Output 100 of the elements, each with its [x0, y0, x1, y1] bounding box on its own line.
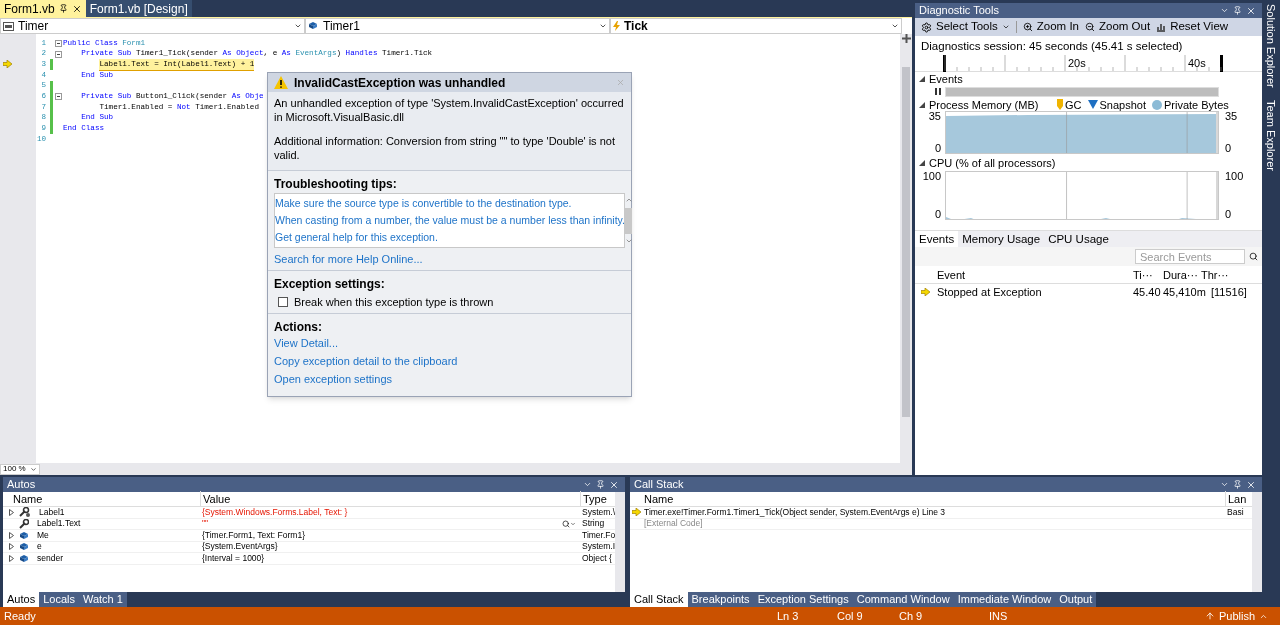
close-icon[interactable]: [71, 3, 82, 14]
publish-button[interactable]: Publish: [1204, 607, 1276, 625]
column-header[interactable]: Value: [200, 490, 580, 508]
pin-icon[interactable]: [1233, 6, 1242, 15]
variable-type: System.I: [581, 540, 616, 554]
panel-tab[interactable]: Call Stack: [630, 592, 688, 607]
variable-value: "": [202, 517, 210, 531]
axis-tick-label: 100: [922, 171, 941, 183]
dropdown-value: Timer: [18, 18, 50, 35]
column-header[interactable]: Name: [3, 490, 200, 508]
dropdown-icon[interactable]: [1220, 480, 1229, 489]
warning-icon: [274, 76, 288, 89]
split-icon[interactable]: [901, 34, 911, 43]
cube-icon: [19, 553, 29, 563]
event-duration: 45,410m: [1163, 284, 1207, 300]
toolbar-button[interactable]: Zoom Out: [1085, 18, 1151, 36]
help-link[interactable]: Search for more Help Online...: [274, 252, 625, 266]
pin-icon[interactable]: [58, 4, 68, 13]
toolbar-button[interactable]: Reset View: [1156, 18, 1229, 36]
cube-icon: [19, 530, 29, 540]
checkbox-label: Break when this exception type is thrown: [294, 295, 494, 309]
vb-project-icon: [3, 21, 14, 31]
column-header[interactable]: Dura···: [1163, 266, 1201, 283]
document-tab[interactable]: Form1.vb: [0, 0, 86, 17]
cube-icon: [19, 542, 29, 552]
panel-tab[interactable]: Immediate Window: [953, 592, 1056, 607]
legend-label: Snapshot: [1099, 97, 1146, 113]
navigation-dropdown[interactable]: Timer: [0, 18, 305, 34]
status-item: Col 9: [837, 608, 864, 624]
zoom-out-icon: [1085, 22, 1095, 32]
pin-icon[interactable]: [1233, 480, 1242, 489]
scroll-down-icon[interactable]: [625, 237, 633, 245]
collapse-icon[interactable]: [54, 50, 62, 58]
dropdown-icon[interactable]: [583, 480, 592, 489]
checkbox[interactable]: [278, 297, 288, 307]
dropdown-icon[interactable]: [1220, 6, 1229, 15]
scroll-up-icon[interactable]: [625, 196, 633, 204]
stack-frame[interactable]: [External Code]: [644, 517, 1225, 531]
variable-value: {Interval = 1000}: [202, 551, 266, 565]
stack-frame[interactable]: Timer.exe!Timer.Form1.Timer1_Tick(Object sender, System.EventArgs e) Line 3: [644, 505, 1225, 519]
column-header[interactable]: Ti···: [1133, 266, 1163, 283]
panel-tab[interactable]: Locals: [39, 592, 79, 607]
diagnostics-tab[interactable]: CPU Usage: [1044, 231, 1113, 248]
column-header[interactable]: Name: [630, 490, 1225, 508]
status-item: INS: [989, 608, 1009, 624]
vertical-scrollbar[interactable]: [1252, 492, 1262, 592]
vertical-scrollbar[interactable]: [615, 492, 625, 592]
axis-tick-label: 35: [1225, 111, 1238, 123]
current-line-arrow-icon: [3, 60, 12, 69]
diagnostics-tab[interactable]: Events: [915, 231, 959, 248]
pin-icon[interactable]: [596, 480, 605, 489]
tip-link[interactable]: Get general help for this exception.: [275, 229, 625, 246]
action-link[interactable]: Copy exception detail to the clipboard: [274, 352, 625, 370]
navigation-dropdown[interactable]: Timer1: [305, 18, 610, 34]
panel-tab[interactable]: Autos: [3, 592, 40, 607]
search-icon[interactable]: [1249, 252, 1258, 262]
magnifier-icon[interactable]: [562, 519, 570, 528]
column-header[interactable]: Thr···: [1201, 266, 1241, 283]
collapse-icon[interactable]: [54, 93, 62, 101]
status-item: Ch 9: [899, 608, 924, 624]
section-heading: Process Memory (MB): [929, 97, 1039, 112]
toolbar-button[interactable]: Select Tools: [921, 18, 1010, 36]
section-heading: Exception settings:: [274, 277, 386, 291]
section-heading: Troubleshooting tips:: [274, 177, 398, 191]
popup-title: InvalidCastException was unhandled: [294, 75, 507, 90]
collapse-caret-icon[interactable]: [919, 75, 925, 82]
axis-tick-label: 0: [934, 143, 941, 155]
status-message: Ready: [4, 608, 37, 624]
collapse-caret-icon[interactable]: [919, 159, 925, 166]
panel-tab[interactable]: Output: [1055, 592, 1097, 607]
search-field[interactable]: Search Events: [1135, 249, 1245, 265]
column-header[interactable]: Event: [937, 266, 1133, 283]
property-icon: [19, 507, 31, 518]
toolbar-button[interactable]: Zoom In: [1022, 18, 1079, 36]
navigation-dropdown[interactable]: Tick: [610, 18, 902, 34]
vertical-scrollbar[interactable]: [900, 34, 912, 475]
event-name: Stopped at Exception: [937, 284, 1043, 300]
variable-name: e: [37, 540, 42, 554]
expand-icon[interactable]: [9, 508, 14, 516]
variable-type: Object {: [581, 551, 613, 565]
current-line-arrow-icon: [632, 508, 641, 517]
event-time: 45.40: [1133, 284, 1162, 300]
tip-link[interactable]: Make sure the source type is convertible to the destination type.: [275, 195, 625, 212]
axis-tick-label: 0: [934, 209, 941, 221]
variable-name: Label1.Text: [37, 517, 81, 531]
side-panel-tab[interactable]: Solution Explorer: [1262, 4, 1280, 88]
action-link[interactable]: Open exception settings: [274, 370, 625, 388]
zoom-dropdown[interactable]: 100 %: [0, 463, 40, 475]
diagnostics-tab[interactable]: Memory Usage: [958, 231, 1045, 248]
panel-tab[interactable]: Breakpoints: [687, 592, 754, 607]
legend-label: Private Bytes: [1164, 97, 1229, 112]
arrow-up-icon: [1204, 611, 1215, 621]
collapse-icon[interactable]: [54, 39, 62, 47]
collapse-caret-icon[interactable]: [919, 101, 925, 108]
action-link[interactable]: View Detail...: [274, 334, 625, 352]
panel-tab[interactable]: Watch 1: [78, 592, 127, 607]
side-panel-tab[interactable]: Team Explorer: [1262, 99, 1280, 171]
panel-tab[interactable]: Command Window: [852, 592, 954, 607]
tip-link[interactable]: When casting from a number, the value must be a number less than infinity.: [275, 212, 625, 229]
panel-tab[interactable]: Exception Settings: [753, 592, 853, 607]
